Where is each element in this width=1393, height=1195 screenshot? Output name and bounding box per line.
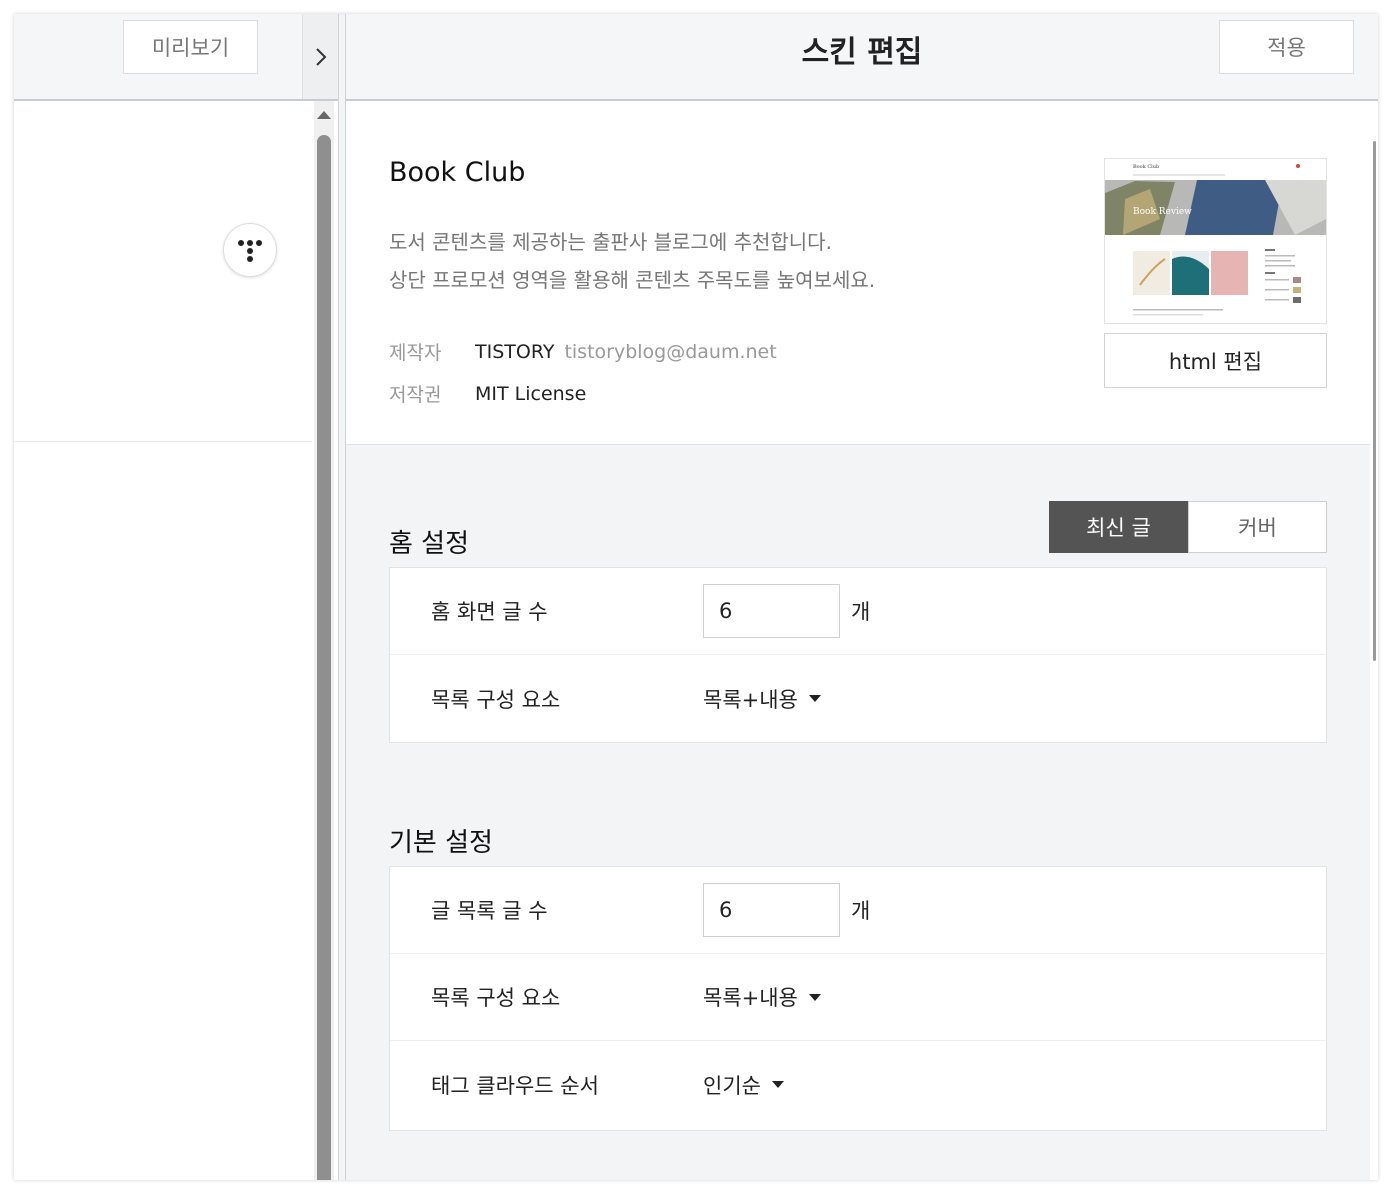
- tag-cloud-order-label: 태그 클라우드 순서: [431, 1073, 599, 1098]
- skin-info-section: Book Club 도서 콘텐츠를 제공하는 출판사 블로그에 추천합니다. 상…: [346, 101, 1370, 445]
- author-name: TISTORY: [475, 340, 555, 363]
- license-label: 저작권: [389, 384, 442, 406]
- panel-resize-handle[interactable]: [338, 14, 346, 1180]
- skin-thumbnail: Book Club Book Review: [1104, 158, 1327, 324]
- expand-preview-button[interactable]: [302, 14, 339, 99]
- html-edit-button[interactable]: html 편집: [1104, 333, 1327, 388]
- tag-cloud-order-row: 태그 클라우드 순서 인기순: [390, 1041, 1326, 1128]
- license-value: MIT License: [475, 382, 587, 405]
- author-label: 제작자: [389, 342, 442, 364]
- basic-list-element-select[interactable]: 목록+내용: [703, 954, 821, 1040]
- home-settings-title: 홈 설정: [389, 529, 470, 559]
- skin-description: 도서 콘텐츠를 제공하는 출판사 블로그에 추천합니다. 상단 프로모션 영역을…: [389, 223, 875, 299]
- author-email: tistoryblog@daum.net: [564, 340, 777, 363]
- caret-down-icon: [771, 1081, 784, 1088]
- preview-divider: [14, 441, 312, 442]
- toggle-latest-posts[interactable]: 최신 글: [1049, 501, 1188, 553]
- home-list-element-select[interactable]: 목록+내용: [703, 655, 821, 742]
- home-post-count-row: 홈 화면 글 수 6 개: [390, 568, 1326, 655]
- home-list-element-row: 목록 구성 요소 목록+내용: [390, 655, 1326, 742]
- skin-description-line: 상단 프로모션 영역을 활용해 콘텐츠 주목도를 높여보세요.: [389, 268, 876, 292]
- preview-button[interactable]: 미리보기: [123, 20, 258, 74]
- list-post-count-unit: 개: [851, 899, 871, 923]
- preview-header: 미리보기: [14, 14, 339, 101]
- list-post-count-label: 글 목록 글 수: [431, 899, 548, 923]
- skin-editor-window: 미리보기 스킨 편집 적용 Book Club 도서 콘텐츠를 제공하는 출판사…: [14, 14, 1378, 1180]
- list-post-count-input[interactable]: 6: [703, 883, 840, 937]
- home-post-count-unit: 개: [851, 600, 871, 624]
- thumbnail-banner-text: Book Review: [1133, 207, 1192, 217]
- basic-list-element-label: 목록 구성 요소: [431, 986, 561, 1010]
- apply-button[interactable]: 적용: [1219, 20, 1354, 74]
- tag-cloud-order-value: 인기순: [703, 1073, 761, 1098]
- skin-name: Book Club: [389, 157, 526, 188]
- home-settings-box: 홈 화면 글 수 6 개 목록 구성 요소 목록+내용: [389, 567, 1327, 743]
- basic-settings-title: 기본 설정: [389, 828, 493, 858]
- scroll-up-arrow-icon[interactable]: [317, 111, 331, 119]
- tag-cloud-order-select[interactable]: 인기순: [703, 1041, 784, 1128]
- caret-down-icon: [808, 993, 821, 1001]
- chevron-right-icon: [316, 47, 327, 66]
- editor-body: Book Club 도서 콘텐츠를 제공하는 출판사 블로그에 추천합니다. 상…: [346, 101, 1370, 1180]
- scrollbar-thumb[interactable]: [317, 135, 331, 1180]
- caret-down-icon: [808, 695, 821, 702]
- preview-scrollbar[interactable]: [314, 101, 334, 1180]
- tistory-logo-icon[interactable]: [223, 223, 277, 277]
- preview-pane: [14, 101, 314, 1180]
- basic-list-element-value: 목록+내용: [703, 986, 798, 1010]
- toggle-cover[interactable]: 커버: [1188, 501, 1327, 553]
- skin-description-line: 도서 콘텐츠를 제공하는 출판사 블로그에 추천합니다.: [389, 230, 832, 254]
- basic-settings-box: 글 목록 글 수 6 개 목록 구성 요소 목록+내용 태그 클라우드 순서 인…: [389, 866, 1327, 1131]
- editor-scrollbar[interactable]: [1370, 101, 1378, 1180]
- list-post-count-row: 글 목록 글 수 6 개: [390, 867, 1326, 954]
- home-post-count-input[interactable]: 6: [703, 584, 840, 638]
- editor-scrollbar-thumb[interactable]: [1373, 141, 1376, 661]
- home-post-count-label: 홈 화면 글 수: [431, 600, 548, 624]
- basic-list-element-row: 목록 구성 요소 목록+내용: [390, 954, 1326, 1041]
- home-list-element-value: 목록+내용: [703, 687, 798, 712]
- thumbnail-site-title: Book Club: [1133, 164, 1159, 170]
- author-row: 제작자 TISTORY tistoryblog@daum.net: [389, 338, 777, 365]
- home-list-element-label: 목록 구성 요소: [431, 687, 561, 712]
- license-row: 저작권 MIT License: [389, 380, 586, 407]
- home-type-toggle: 최신 글 커버: [1049, 501, 1327, 553]
- editor-header: 스킨 편집 적용: [346, 14, 1378, 101]
